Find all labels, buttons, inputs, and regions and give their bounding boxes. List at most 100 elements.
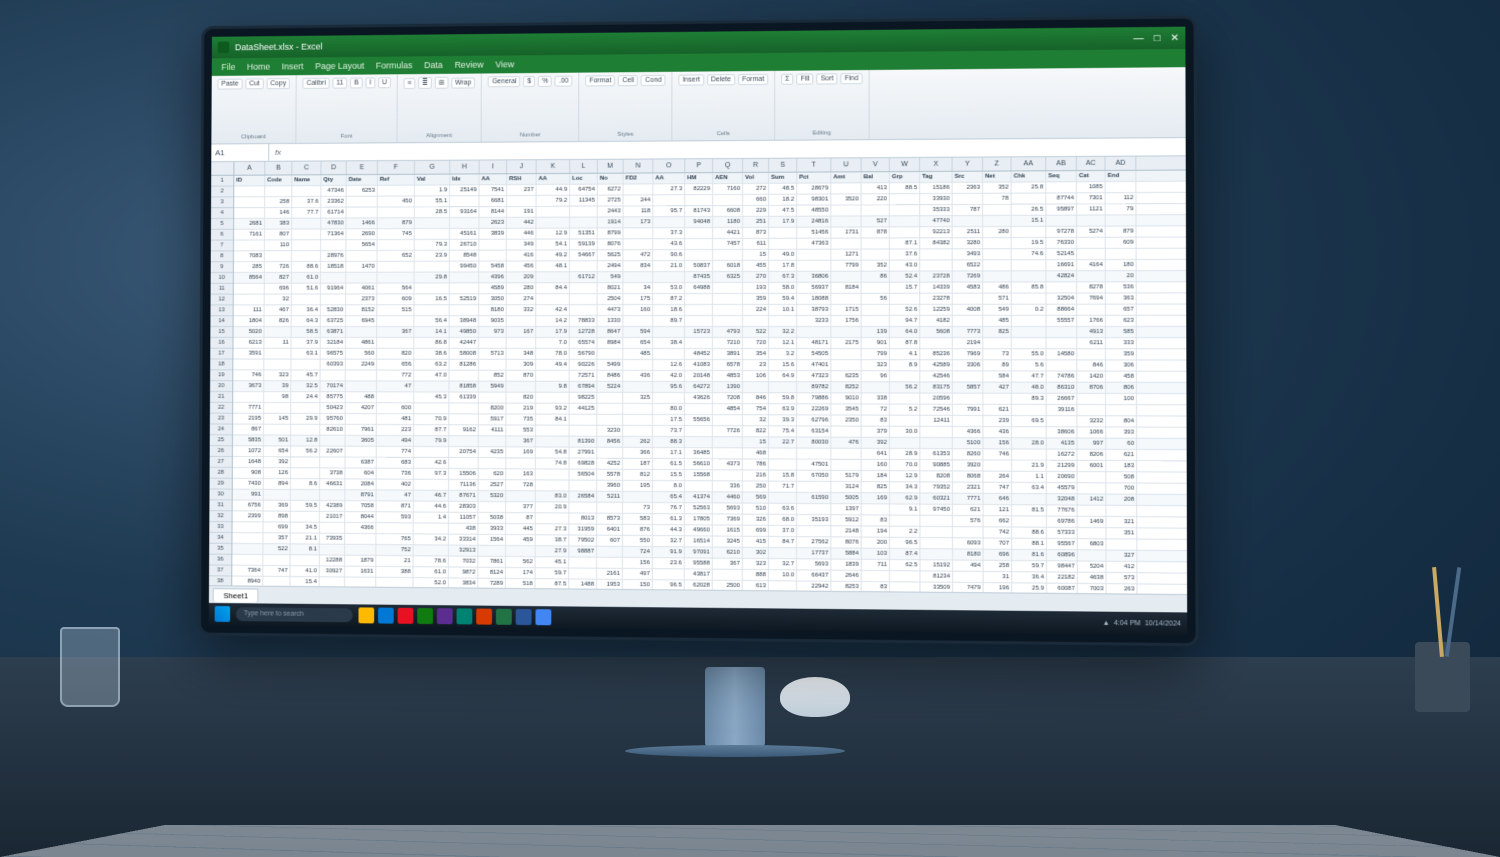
cell[interactable]: 15192 — [920, 560, 953, 570]
taskbar-search[interactable]: Type here to search — [236, 607, 353, 622]
cell[interactable]: 56.2 — [890, 382, 920, 392]
cell[interactable]: 47 — [377, 381, 414, 391]
cell[interactable]: 1390 — [713, 382, 743, 392]
grid-header-cell[interactable]: Loc — [570, 174, 598, 184]
cell[interactable]: 6001 — [1078, 461, 1107, 471]
cell[interactable]: 52563 — [685, 503, 713, 513]
cell[interactable] — [623, 272, 653, 282]
cell[interactable] — [506, 458, 536, 468]
cell[interactable]: 6803 — [1078, 539, 1107, 549]
cell[interactable]: 494 — [377, 436, 414, 446]
cell[interactable]: 244 — [624, 195, 654, 205]
row-header[interactable]: 23 — [210, 414, 232, 425]
column-header[interactable]: E — [347, 161, 378, 174]
cell[interactable]: 52.0 — [413, 578, 448, 588]
cell[interactable]: 9872 — [449, 567, 479, 577]
cell[interactable]: 6578 — [713, 360, 743, 370]
cell[interactable] — [1012, 327, 1047, 337]
cell[interactable]: 55557 — [1047, 316, 1078, 326]
cell[interactable]: 8144 — [479, 207, 507, 217]
cell[interactable]: 7058 — [345, 501, 376, 511]
cell[interactable]: 696 — [265, 284, 292, 294]
cell[interactable]: 573 — [1107, 573, 1138, 583]
cell[interactable]: 583 — [623, 514, 653, 524]
cell[interactable]: 2623 — [479, 218, 507, 228]
cell[interactable]: 64.3 — [292, 316, 321, 326]
cell[interactable]: 160 — [623, 305, 653, 315]
cell[interactable]: 3839 — [479, 229, 507, 239]
row-header[interactable]: 16 — [210, 338, 232, 349]
cell[interactable]: 2084 — [345, 479, 376, 489]
cell[interactable]: 623 — [1106, 316, 1137, 326]
cell[interactable]: 27991 — [570, 448, 598, 458]
cell[interactable]: 61590 — [797, 493, 831, 503]
cell[interactable]: 84.1 — [536, 415, 570, 425]
cell[interactable]: 609 — [377, 294, 414, 304]
cell[interactable]: 78833 — [570, 316, 598, 326]
cell[interactable]: 44.3 — [653, 525, 685, 535]
column-header[interactable]: C — [292, 161, 321, 174]
cell[interactable]: 61.0 — [413, 567, 448, 577]
cell[interactable]: 59.7 — [536, 568, 570, 578]
cell[interactable] — [890, 371, 920, 381]
cell[interactable] — [685, 195, 713, 205]
row-header[interactable]: 26 — [210, 446, 232, 457]
cell[interactable] — [414, 283, 449, 293]
cell[interactable]: 83 — [862, 515, 890, 525]
cell[interactable]: 23 — [743, 360, 769, 370]
cell[interactable] — [346, 251, 377, 261]
cell[interactable] — [1078, 472, 1107, 482]
cell[interactable]: 501 — [264, 435, 291, 445]
cell[interactable]: 47 — [377, 490, 414, 500]
cell[interactable]: 85.8 — [1012, 282, 1047, 292]
cell[interactable]: 699 — [263, 522, 290, 532]
cell[interactable] — [597, 404, 623, 414]
cell[interactable]: 90885 — [920, 460, 953, 470]
cell[interactable]: 89 — [983, 360, 1012, 370]
cell[interactable] — [320, 545, 345, 555]
row-header[interactable]: 1 — [211, 176, 233, 187]
cell[interactable] — [536, 294, 570, 304]
cell[interactable]: 662 — [984, 516, 1013, 526]
cell[interactable] — [831, 360, 861, 370]
cell[interactable]: 18088 — [797, 294, 831, 304]
cell[interactable]: 95760 — [320, 414, 345, 424]
cell[interactable]: 1470 — [346, 262, 377, 272]
column-header[interactable]: B — [265, 162, 292, 175]
cell[interactable] — [450, 305, 479, 315]
row-header[interactable]: 2 — [211, 187, 233, 198]
cell[interactable]: 349 — [507, 240, 537, 250]
cell[interactable]: 8278 — [1077, 282, 1106, 292]
cell[interactable]: 64988 — [685, 283, 713, 293]
cell[interactable]: 562 — [506, 557, 536, 567]
cell[interactable]: 8799 — [598, 228, 624, 238]
cell[interactable]: 56937 — [797, 283, 831, 293]
cell[interactable]: 388 — [376, 567, 413, 577]
cell[interactable]: 2350 — [831, 415, 861, 425]
cell[interactable]: 7799 — [831, 261, 861, 271]
cell[interactable]: 32 — [265, 295, 292, 305]
cell[interactable]: 36.4 — [292, 305, 321, 315]
cell[interactable]: 73 — [983, 349, 1012, 359]
cell[interactable] — [831, 239, 861, 249]
cell[interactable]: 656 — [377, 360, 414, 370]
cell[interactable]: 146 — [265, 208, 292, 218]
cell[interactable] — [264, 360, 291, 370]
cell[interactable]: 14.2 — [536, 316, 570, 326]
cell[interactable]: 55.0 — [1012, 349, 1047, 359]
column-header[interactable]: J — [507, 160, 537, 173]
cell[interactable] — [624, 184, 654, 194]
cell[interactable]: 31959 — [569, 524, 597, 534]
cell[interactable]: 522 — [263, 544, 290, 554]
cell[interactable]: 2443 — [598, 206, 624, 216]
cell[interactable]: 522 — [743, 327, 769, 337]
cell[interactable] — [797, 250, 831, 260]
cell[interactable] — [479, 458, 507, 468]
cell[interactable] — [378, 207, 415, 217]
cell[interactable]: 88664 — [1046, 305, 1077, 315]
cell[interactable]: 876 — [623, 525, 653, 535]
cell[interactable]: 2681 — [234, 219, 265, 229]
cell[interactable]: 3493 — [953, 249, 984, 259]
cell[interactable]: 38.6 — [414, 349, 449, 359]
cell[interactable]: 8200 — [479, 403, 507, 413]
